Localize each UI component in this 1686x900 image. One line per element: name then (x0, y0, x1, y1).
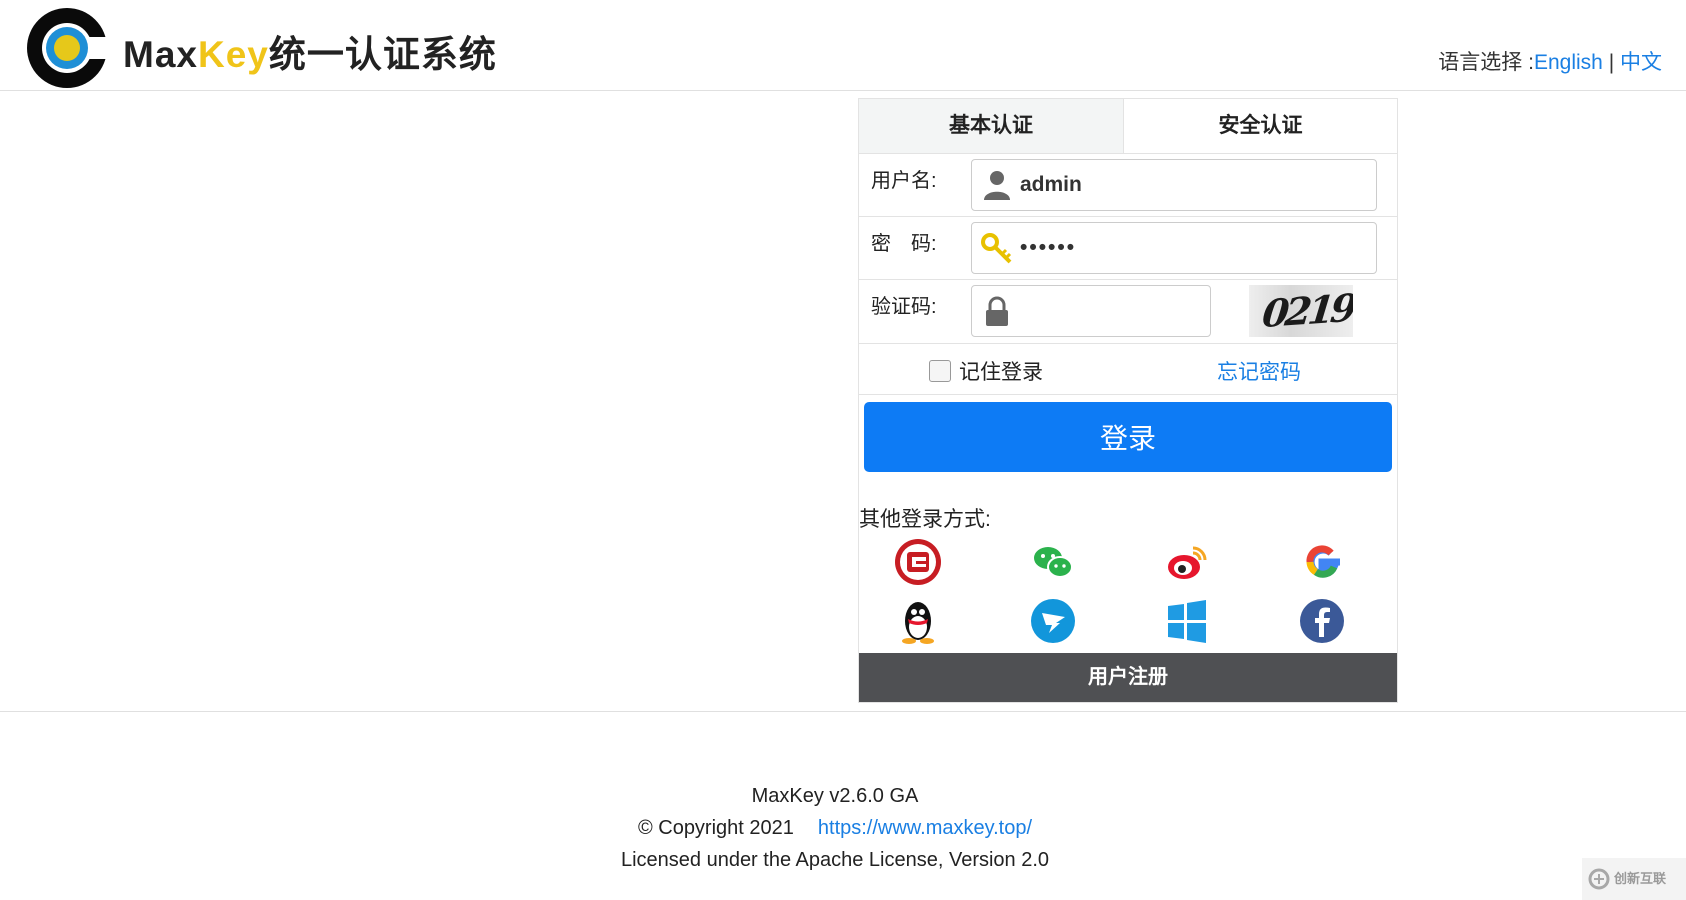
tab-secure-auth[interactable]: 安全认证 (1124, 99, 1397, 153)
language-english-link[interactable]: English (1534, 51, 1603, 74)
footer-copyright-line: © Copyright 2021 https://www.maxkey.top/ (0, 812, 1670, 844)
wechat-icon[interactable] (1029, 538, 1077, 586)
captcha-row: 验证码: 0219 (859, 280, 1397, 342)
login-tabs: 基本认证 安全认证 (859, 99, 1397, 154)
windows-icon[interactable] (1163, 597, 1211, 645)
register-button[interactable]: 用户注册 (859, 653, 1397, 702)
remember-label: 记住登录 (959, 361, 1043, 384)
tab-basic-auth[interactable]: 基本认证 (859, 99, 1124, 153)
password-value: •••••• (1020, 236, 1077, 259)
qq-icon[interactable] (894, 597, 942, 645)
forgot-password-link[interactable]: 忘记密码 (1217, 356, 1301, 386)
dingtalk-icon[interactable] (1029, 597, 1077, 645)
footer-copyright: © Copyright 2021 (637, 817, 794, 839)
maxkey-logo-icon (27, 8, 108, 88)
footer: MaxKey v2.6.0 GA © Copyright 2021 https:/… (0, 780, 1670, 876)
footer-version: MaxKey v2.6.0 GA (751, 785, 919, 807)
password-field[interactable]: •••••• (971, 222, 1377, 274)
logo-text-suffix: 统一认证系统 (268, 34, 497, 75)
remember-me[interactable]: 记住登录 (929, 356, 1043, 386)
captcha-label: 验证码: (871, 296, 937, 318)
logo-text-key: Key (197, 34, 269, 75)
login-button[interactable]: 登录 (864, 402, 1392, 472)
lock-icon (986, 296, 1008, 326)
username-value: admin (1020, 173, 1082, 196)
footer-website-link[interactable]: https://www.maxkey.top/ (818, 817, 1032, 839)
remember-row: 记住登录 忘记密码 (859, 343, 1397, 395)
header: MaxKey统一认证系统 语言选择 :English | 中文 (0, 0, 1686, 91)
footer-license: Licensed under the Apache License, Versi… (620, 849, 1050, 871)
footer-divider (0, 711, 1686, 712)
username-label: 用户名: (871, 170, 937, 192)
language-label: 语言选择 : (1438, 51, 1534, 74)
gitee-icon[interactable] (894, 538, 942, 586)
password-label: 密 码: (871, 233, 937, 255)
remember-checkbox[interactable] (929, 360, 951, 382)
user-icon (984, 171, 1010, 200)
weibo-icon[interactable] (1163, 538, 1211, 586)
captcha-image-text: 0219 (1260, 285, 1353, 337)
watermark-logo-icon (1588, 868, 1610, 890)
logo-text-prefix: Max (123, 34, 198, 75)
login-panel: 基本认证 安全认证 用户名: admin 密 码: •••••• 验证码: 02… (858, 98, 1398, 703)
other-login-label: 其他登录方式: (859, 508, 991, 531)
username-row: 用户名: admin (859, 154, 1397, 217)
captcha-field[interactable] (971, 285, 1211, 337)
facebook-icon[interactable] (1298, 597, 1346, 645)
system-title: MaxKey统一认证系统 (123, 24, 497, 78)
google-icon[interactable] (1298, 538, 1346, 586)
watermark-text: 创新互联 (1614, 871, 1667, 886)
captcha-image[interactable]: 0219 (1249, 285, 1353, 337)
language-chinese-link[interactable]: 中文 (1620, 51, 1662, 74)
password-row: 密 码: •••••• (859, 217, 1397, 280)
key-icon (981, 233, 1012, 264)
language-selector: 语言选择 :English | 中文 (1438, 46, 1662, 76)
username-field[interactable]: admin (971, 159, 1377, 211)
language-separator: | (1608, 51, 1615, 74)
watermark: 创新互联 (1582, 858, 1686, 900)
